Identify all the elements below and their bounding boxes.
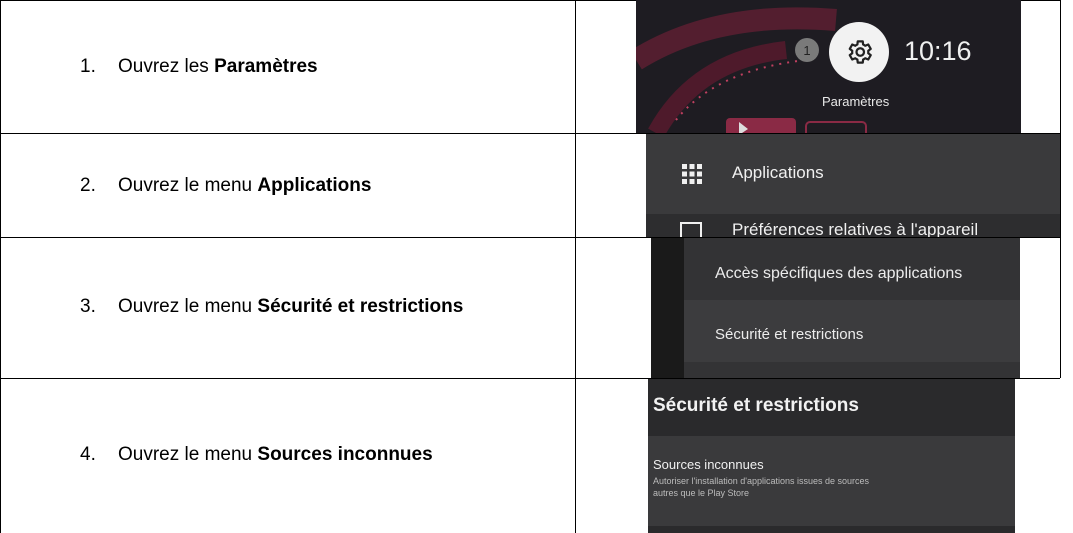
step-text: Ouvrez le menu <box>118 296 253 317</box>
step-text: Ouvrez le menu <box>118 444 253 465</box>
menu-item-label: Sécurité et restrictions <box>715 326 864 343</box>
menu-item-label: Préférences relatives à l'appareil <box>732 220 979 237</box>
notification-badge[interactable]: 1 <box>795 38 819 62</box>
gear-icon[interactable] <box>829 22 889 82</box>
screenshot-apps-submenu: Accès spécifiques des applications Sécur… <box>651 238 1020 378</box>
step-number: 4. <box>80 444 96 465</box>
grid-icon <box>682 164 702 184</box>
step-1: 1. Ouvrez les Paramètres <box>80 56 318 78</box>
setting-title: Sources inconnues <box>653 457 764 472</box>
menu-item-label: Accès spécifiques des applications <box>715 265 963 282</box>
setting-unknown-sources[interactable]: Sources inconnues Autoriser l'installati… <box>648 436 1015 526</box>
step-number: 3. <box>80 296 96 317</box>
setting-description-line-1: Autoriser l'installation d'applications … <box>653 476 870 486</box>
setting-description-line-2: autres que le Play Store <box>653 488 750 498</box>
menu-item-special-access[interactable]: Accès spécifiques des applications <box>684 238 1020 300</box>
square-icon <box>680 222 702 237</box>
clock-time: 10:16 <box>904 36 972 66</box>
submenu-panel: Accès spécifiques des applications Sécur… <box>684 238 1020 378</box>
screenshot-security-screen: Sécurité et restrictions Sources inconnu… <box>648 379 1015 533</box>
step-2: 2. Ouvrez le menu Applications <box>80 175 371 197</box>
settings-label: Paramètres <box>822 94 890 109</box>
screen-title: Sécurité et restrictions <box>653 395 859 416</box>
table-border-left <box>0 0 1 533</box>
step-number: 2. <box>80 175 96 196</box>
screenshot-settings: 1 10:16 Paramètres <box>636 0 1021 133</box>
instruction-table: 1. Ouvrez les Paramètres 2. Ouvrez le me… <box>0 0 1073 533</box>
step-4: 4. Ouvrez le menu Sources inconnues <box>80 444 433 466</box>
step-keyword: Applications <box>257 175 372 196</box>
step-keyword: Sécurité et restrictions <box>257 296 464 317</box>
step-text: Ouvrez les <box>118 56 209 77</box>
menu-item-device-preferences[interactable]: Préférences relatives à l'appareil <box>646 214 1060 237</box>
step-keyword: Sources inconnues <box>257 444 433 465</box>
step-text: Ouvrez le menu <box>118 175 253 196</box>
menu-item-applications[interactable]: Applications <box>646 134 1060 214</box>
step-keyword: Paramètres <box>214 56 318 77</box>
table-border-right <box>1060 0 1061 378</box>
menu-item-label: Applications <box>732 163 824 182</box>
step-number: 1. <box>80 56 96 77</box>
step-3: 3. Ouvrez le menu Sécurité et restrictio… <box>80 296 463 318</box>
column-divider <box>575 0 576 533</box>
screenshot-apps-menu: Applications Préférences relatives à l'a… <box>646 134 1060 237</box>
menu-item-security[interactable]: Sécurité et restrictions <box>684 300 1020 362</box>
